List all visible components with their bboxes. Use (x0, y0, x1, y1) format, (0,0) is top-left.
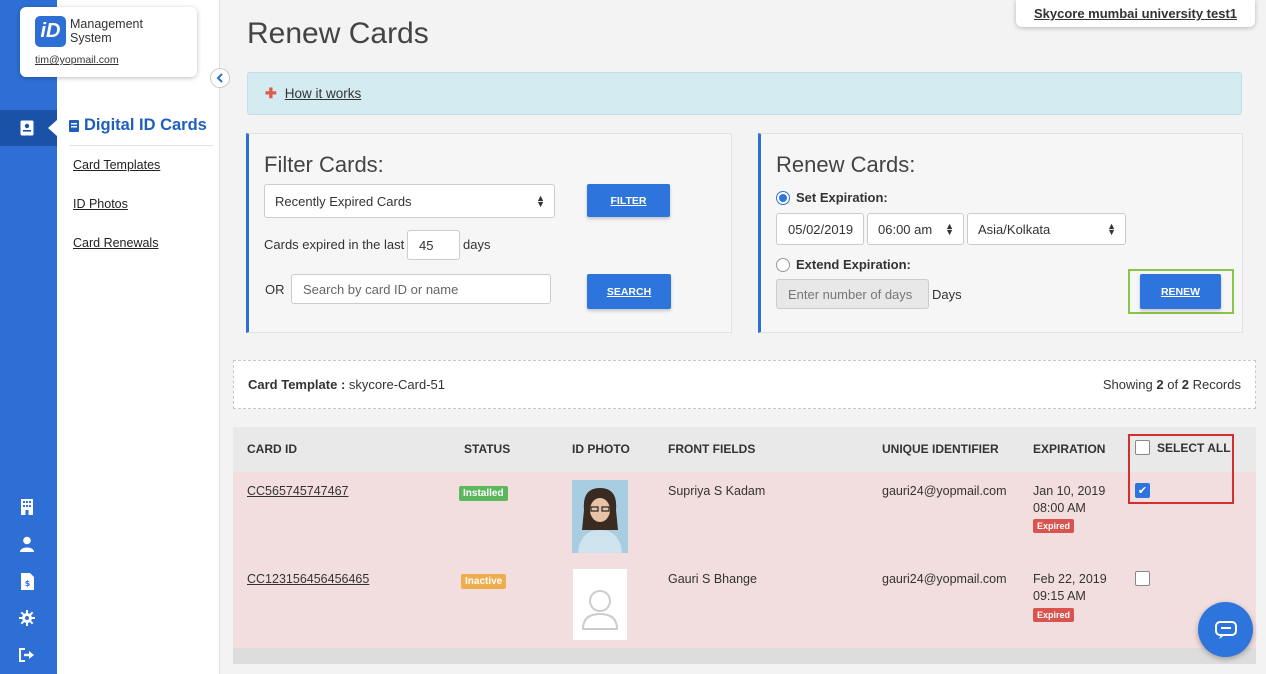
expiration-time-select[interactable]: 06:00 am ▲ ▼ (867, 213, 964, 245)
header-unique-identifier: UNIQUE IDENTIFIER (882, 442, 999, 456)
select-arrows-icon: ▲ ▼ (536, 193, 545, 209)
extend-days-label: Days (932, 287, 962, 302)
extend-days-input[interactable]: Enter number of days (776, 279, 929, 309)
extend-expiration-radio[interactable] (776, 258, 790, 272)
app-name: Management System (70, 17, 143, 45)
search-button[interactable]: SEARCH (587, 274, 671, 309)
expired-badge: Expired (1033, 519, 1075, 533)
or-label: OR (265, 282, 285, 297)
select-arrows-icon: ▲ ▼ (945, 221, 954, 237)
invoice-icon[interactable]: $ (17, 571, 37, 591)
header-front-fields: FRONT FIELDS (668, 442, 756, 456)
page-title: Renew Cards (247, 17, 429, 50)
user-icon[interactable] (17, 534, 37, 554)
header-expiration: EXPIRATION (1033, 442, 1106, 456)
card-template-value: skycore-Card-51 (348, 377, 445, 392)
showing-count: 2 (1156, 377, 1164, 392)
extend-expiration-label: Extend Expiration: (796, 257, 911, 272)
logout-icon[interactable] (17, 645, 37, 665)
card-id-link[interactable]: CC123156456456465 (247, 572, 369, 586)
showing-of: of (1167, 377, 1179, 392)
expiration-time: 09:15 AM (1033, 589, 1086, 603)
expired-badge: Expired (1033, 608, 1075, 622)
org-name: Skycore mumbai university test1 (1033, 6, 1238, 21)
rail-item-id-cards[interactable] (0, 110, 57, 146)
card-id-link[interactable]: CC565745747467 (247, 484, 348, 498)
app-name-line1: Management (70, 17, 143, 31)
sidebar-item-id-photos[interactable]: ID Photos (73, 197, 128, 211)
id-card-icon (17, 118, 37, 138)
chat-icon (1214, 620, 1237, 639)
chevron-left-icon (216, 73, 223, 83)
days-label: days (463, 237, 491, 252)
records-count: Showing 2 of 2 Records (1103, 377, 1241, 392)
app-logo-card: iD Management System tim@yopmail.com (20, 7, 197, 77)
how-it-works-link[interactable]: How it works (285, 86, 362, 101)
status-badge: Installed (459, 486, 508, 501)
person-photo-icon (572, 480, 628, 553)
showing-prefix: Showing (1102, 377, 1153, 392)
expiration-date: Feb 22, 2019 (1033, 572, 1107, 586)
how-it-works-bar: ✚ How it works (247, 72, 1242, 115)
expired-in-last-label: Cards expired in the last (264, 237, 405, 252)
expiration-time: 08:00 AM (1033, 501, 1086, 515)
header-card-id: CARD ID (247, 442, 297, 456)
expiration-time-value: 06:00 am (878, 221, 933, 237)
id-photo-placeholder[interactable] (573, 569, 627, 640)
card-template-label: Card Template : (248, 377, 346, 392)
unique-identifier-value: gauri24@yopmail.com (882, 484, 1007, 498)
svg-text:$: $ (24, 579, 30, 588)
user-placeholder-icon (581, 590, 619, 630)
card-template-bar: Card Template : skycore-Card-51 Showing … (233, 360, 1256, 409)
search-card-input[interactable]: Search by card ID or name (291, 274, 551, 304)
id-photo-thumbnail[interactable] (572, 480, 628, 553)
table-row: CC123156456456465 Inactive Gauri S Bhang… (233, 561, 1256, 648)
showing-total: 2 (1181, 377, 1189, 392)
expiration-date-input[interactable]: 05/02/2019 (776, 213, 864, 245)
user-email-link[interactable]: tim@yopmail.com (35, 54, 119, 66)
timezone-value: Asia/Kolkata (978, 221, 1051, 237)
plus-icon: ✚ (265, 85, 277, 101)
filter-button[interactable]: FILTER (587, 184, 670, 217)
filter-type-select[interactable]: Recently Expired Cards ▲ ▼ (264, 184, 555, 218)
table-header: CARD ID STATUS ID PHOTO FRONT FIELDS UNI… (233, 427, 1256, 472)
sidebar-title: Digital ID Cards (69, 116, 207, 135)
filter-type-value: Recently Expired Cards (275, 193, 412, 209)
sidebar-item-card-renewals[interactable]: Card Renewals (73, 236, 158, 250)
id-card-icon (69, 119, 79, 132)
sidebar-title-text: Digital ID Cards (84, 116, 207, 134)
org-switcher[interactable]: Skycore mumbai university test1 (1016, 0, 1255, 27)
set-expiration-radio[interactable] (776, 191, 790, 205)
select-arrows-icon: ▲ ▼ (1107, 221, 1116, 237)
status-badge: Inactive (461, 574, 507, 589)
app-logo-mark: iD (35, 16, 66, 47)
expired-days-input[interactable]: 45 (407, 230, 460, 260)
select-all-highlight (1128, 434, 1234, 504)
set-expiration-label: Set Expiration: (796, 190, 888, 205)
renew-panel-title: Renew Cards: (776, 152, 916, 177)
secondary-sidebar (57, 0, 220, 674)
app-name-line2: System (70, 31, 112, 45)
filter-panel-title: Filter Cards: (264, 152, 384, 177)
table-row: CC565745747467 Installed Supriya S Kadam… (233, 472, 1256, 561)
front-fields-value: Supriya S Kadam (668, 484, 766, 498)
row-select-checkbox[interactable] (1135, 571, 1150, 586)
chat-button[interactable] (1198, 602, 1253, 657)
table-footer (233, 648, 1256, 664)
left-rail: $ (0, 0, 57, 674)
unique-identifier-value: gauri24@yopmail.com (882, 572, 1007, 586)
sidebar-item-card-templates[interactable]: Card Templates (73, 158, 160, 172)
header-status: STATUS (464, 442, 511, 456)
expiration-date: Jan 10, 2019 (1033, 484, 1106, 498)
front-fields-value: Gauri S Bhange (668, 572, 757, 586)
timezone-select[interactable]: Asia/Kolkata ▲ ▼ (967, 213, 1126, 245)
building-icon[interactable] (17, 497, 37, 517)
sidebar-divider (69, 145, 213, 146)
showing-suffix: Records (1192, 377, 1241, 392)
collapse-sidebar-button[interactable] (210, 68, 230, 88)
renew-button[interactable]: RENEW (1140, 274, 1221, 309)
header-id-photo: ID PHOTO (572, 442, 630, 456)
card-template-info: Card Template : skycore-Card-51 (248, 377, 445, 392)
gear-icon[interactable] (17, 608, 37, 628)
